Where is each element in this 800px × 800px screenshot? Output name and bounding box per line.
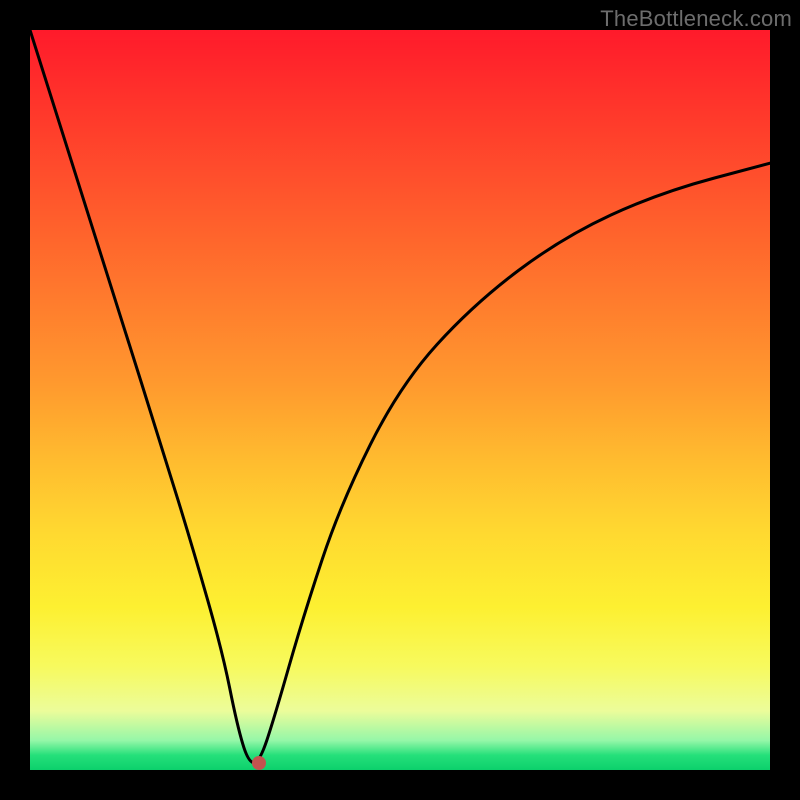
optimum-marker	[252, 756, 266, 770]
bottleneck-curve	[30, 30, 770, 770]
chart-frame: TheBottleneck.com	[0, 0, 800, 800]
plot-area	[30, 30, 770, 770]
watermark-text: TheBottleneck.com	[600, 6, 792, 32]
